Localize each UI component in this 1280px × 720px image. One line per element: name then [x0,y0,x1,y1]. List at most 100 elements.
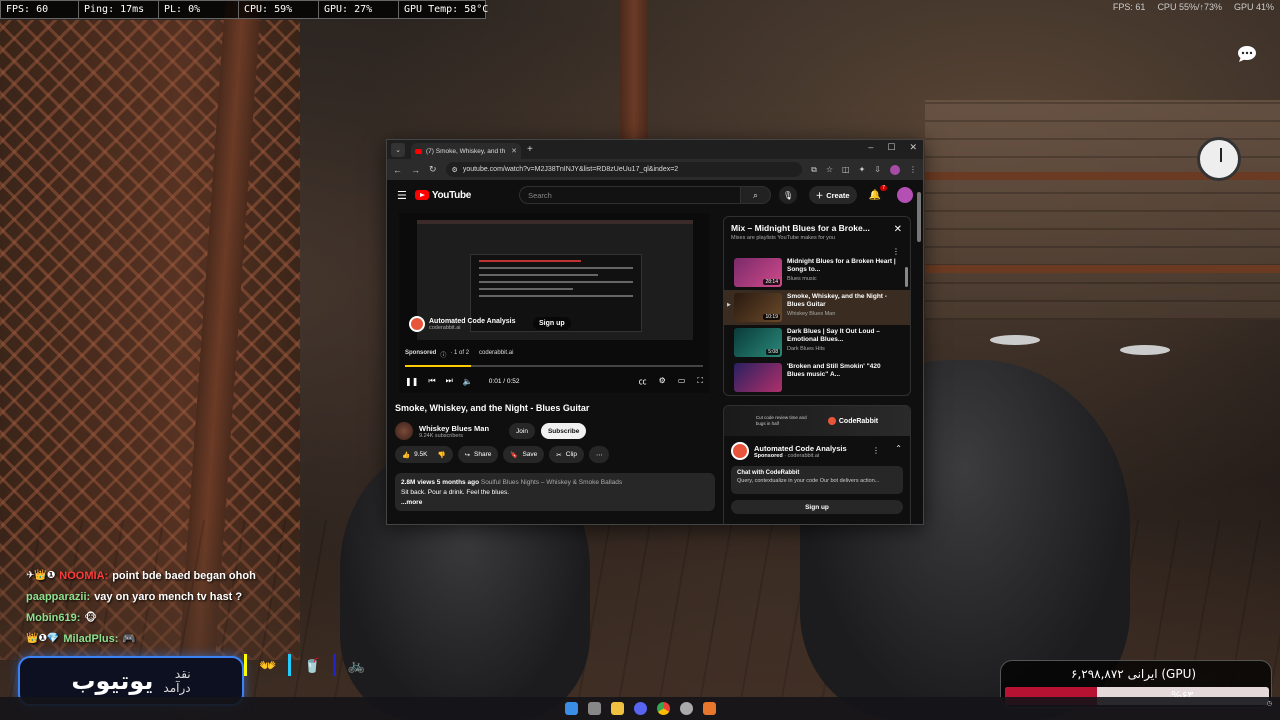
description-tags[interactable]: Soulful Blues Nights – Whiskey & Smoke B… [481,479,622,486]
gpu-temp-stat: GPU Temp: 58°C [404,4,489,15]
player-right-controls: ㏄ ⚙ ▭ ⛶ [639,376,703,387]
ad-domain-secondary[interactable]: coderabbit.ai [479,350,513,359]
url-field[interactable]: ⚙ youtube.com/watch?v=M2J38TnINJY&list=R… [445,162,803,177]
tab-search-button[interactable]: ⌄ [391,142,405,157]
youtube-logo[interactable]: YouTube [414,190,471,201]
clip-button[interactable]: ✂ Clip [549,446,584,463]
system-tray: ◷ [1267,701,1272,708]
chat-message: Mobin619: 🐵 [26,607,256,628]
share-button[interactable]: ↪ Share [457,446,499,463]
bar-stool [990,335,1040,345]
create-button[interactable]: ＋ Create [808,186,857,204]
save-label: Save [522,451,538,458]
page-scrollbar[interactable] [917,192,921,242]
tab-close-icon[interactable]: ✕ [511,147,517,155]
fullscreen-icon[interactable]: ⛶ [697,376,703,387]
app-icon[interactable] [702,702,716,715]
playlist-item[interactable]: 5:08 Dark Blues | Say It Out Loud – Emot… [724,325,910,360]
ad-chat-card[interactable]: Chat with CodeRabbit Query, contextualiz… [731,466,903,494]
ping-stat: Ping: 17ms [79,1,159,18]
playlist-item-current[interactable]: ▶ 10:19 Smoke, Whiskey, and the Night - … [724,290,910,325]
downloads-icon[interactable]: ⇩ [874,165,881,174]
description-box[interactable]: 2.8M views 5 months ago Soulful Blues Ni… [395,473,715,511]
create-label: Create [826,190,850,200]
like-count: 9.5K [414,451,428,458]
duration-badge: 5:08 [766,349,780,355]
pause-icon[interactable]: ❚❚ [405,377,418,386]
coderabbit-logo [409,316,425,332]
site-info-icon[interactable]: ⚙ [452,166,458,174]
ad-brand: CodeRabbit [827,417,878,425]
reload-icon[interactable]: ↻ [429,164,437,175]
more-link[interactable]: ...more [401,498,709,508]
profile-avatar[interactable] [890,164,900,175]
chevron-up-icon[interactable]: ⌃ [895,444,902,453]
discord-icon[interactable] [633,702,647,715]
forward-icon[interactable]: → [411,165,420,175]
playlist-scrollbar[interactable] [905,267,908,287]
account-avatar[interactable] [897,187,913,203]
join-button[interactable]: Join [509,423,535,439]
back-icon[interactable]: ← [393,165,402,175]
extension-icon[interactable]: ◫ [842,165,850,174]
more-actions-button[interactable]: ⋯ [588,446,610,463]
close-window-icon[interactable]: ✕ [909,142,917,153]
donation-top: نقد [174,667,191,681]
stream-chat: ✈👑❶ NOOMIA: point bde baed began ohoh pa… [26,565,256,649]
playlist-item[interactable]: 'Broken and Still Smokin' "420 Blues mus… [724,360,910,395]
captions-icon[interactable]: ㏄ [639,376,647,387]
clock-icon[interactable]: ◷ [1267,701,1272,708]
chat-bubble-icon[interactable] [1236,44,1258,64]
chat-username: Mobin619: [26,611,81,624]
search-input[interactable]: Search [519,186,742,204]
channel-avatar[interactable] [395,422,413,440]
notification-badge: 7 [880,184,887,191]
thumbs-down-icon[interactable]: 👎 [437,451,445,459]
video-player[interactable]: Automated Code Analysis coderabbit.ai Si… [399,213,709,393]
chrome-icon[interactable] [656,702,670,715]
ad-menu-icon[interactable]: ⋮ [872,446,880,455]
ad-banner[interactable]: Cut code review time and bugs in half Co… [724,406,910,436]
voice-search-button[interactable]: 🎙 [779,186,798,204]
file-explorer-icon[interactable] [610,702,624,715]
like-button[interactable]: 👍 9.5K 👎 [395,446,453,463]
minimize-icon[interactable]: – [868,142,873,153]
volume-icon[interactable]: 🔈 [463,377,473,386]
task-view-icon[interactable] [587,702,601,715]
playlist-item-title: Midnight Blues for a Broken Heart | Song… [787,258,896,273]
channel-name[interactable]: Whiskey Blues Man [419,424,489,433]
playlist-title[interactable]: Mix – Midnight Blues for a Broke... [731,223,891,233]
miniplayer-icon[interactable]: ▭ [678,376,686,387]
save-button[interactable]: 🔖 Save [503,446,545,463]
chat-message: ✈👑❶ NOOMIA: point bde baed began ohoh [26,565,256,586]
maximize-icon[interactable]: ☐ [887,142,895,153]
ad-panel-signup-button[interactable]: Sign up [731,500,903,514]
search-button[interactable]: ⌕ [741,186,772,204]
progress-bar[interactable] [405,365,703,367]
puzzle-icon[interactable]: ✦ [859,165,866,174]
playlist-item[interactable]: 28:14 Midnight Blues for a Broken Heart … [724,255,910,290]
youtube-favicon-icon [415,148,422,154]
notifications-button[interactable]: 🔔 7 [869,184,887,201]
next-icon[interactable]: ⏭ [446,376,453,386]
previous-icon[interactable]: ⏮ [428,376,435,386]
ad-signup-button[interactable]: Sign up [533,317,571,330]
playlist-item-channel: Whiskey Blues Man [787,311,836,317]
subscribe-button[interactable]: Subscribe [540,423,587,439]
browser-menu-icon[interactable]: ⋮ [909,165,917,174]
tab-youtube[interactable]: (7) Smoke, Whiskey, and th ✕ [411,143,521,159]
menu-icon[interactable]: ☰ [397,189,407,202]
upload-date: 5 months ago [436,479,480,486]
chat-badges-icon: ✈👑❶ [26,570,56,581]
close-icon[interactable]: ✕ [894,224,902,235]
bookmark-star-icon[interactable]: ☆ [826,165,833,174]
cast-icon[interactable]: ⧉ [811,165,817,175]
settings-icon[interactable] [679,702,693,715]
start-icon[interactable] [564,702,578,715]
info-icon[interactable]: ⓘ [440,350,446,359]
ad-info[interactable]: Automated Code Analysis Sponsored · code… [724,436,910,466]
settings-gear-icon[interactable]: ⚙ [659,376,666,387]
performance-overlay: FPS: 60 Ping: 17ms PL: 0% CPU: 59% GPU: … [0,0,489,19]
bar-stool [1120,345,1170,355]
new-tab-button[interactable]: + [527,144,533,155]
